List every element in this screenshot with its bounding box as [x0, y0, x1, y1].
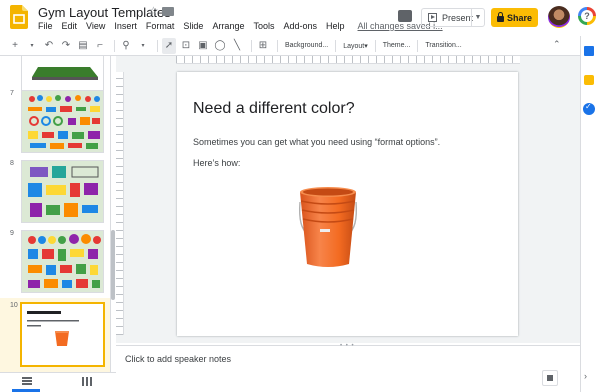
slide-thumbnail-8[interactable] [21, 160, 104, 223]
paint-format-icon[interactable]: ⌐ [93, 38, 107, 54]
menu-format[interactable]: Format [146, 21, 175, 33]
toolbar-divider [157, 39, 158, 52]
present-dropdown-icon[interactable]: ▼ [471, 9, 484, 26]
chevron-right-icon[interactable]: › [584, 371, 587, 381]
slide-number: 10 [10, 302, 18, 309]
new-slide-icon[interactable]: + [8, 38, 22, 54]
slide-number: 8 [10, 160, 14, 167]
undo-icon[interactable]: ↶ [42, 38, 56, 54]
account-avatar[interactable] [548, 6, 570, 28]
horizontal-ruler [176, 56, 520, 64]
folder-icon[interactable] [162, 7, 174, 16]
slide-canvas[interactable]: Need a different color? Sometimes you ca… [177, 72, 518, 336]
slide-body-text[interactable]: Here’s how: [193, 158, 240, 168]
menu-file[interactable]: File [38, 21, 53, 33]
filmstrip-view-icon[interactable] [22, 377, 32, 385]
menu-slide[interactable]: Slide [183, 21, 203, 33]
image-icon[interactable]: ▣ [196, 38, 210, 54]
keep-icon[interactable] [584, 75, 594, 85]
redo-icon[interactable]: ↷ [59, 38, 73, 54]
help-icon[interactable]: ? [578, 7, 596, 25]
slide-body-text[interactable]: Sometimes you can get what you need usin… [193, 137, 440, 147]
theme-button[interactable]: Theme... [383, 42, 411, 49]
slide-thumbnail-7[interactable] [21, 90, 104, 153]
menu-help[interactable]: Help [326, 21, 345, 33]
toolbar-divider [374, 39, 376, 52]
notes-resize-handle[interactable]: • • • [340, 343, 355, 349]
present-button[interactable]: Present ▼ [421, 8, 485, 27]
lock-icon [496, 11, 504, 22]
star-icon[interactable]: ☆ [148, 4, 159, 18]
slides-logo-icon[interactable] [10, 5, 28, 29]
orange-bucket-image[interactable] [294, 184, 362, 268]
toolbar-divider [417, 39, 419, 52]
collapse-toolbar-icon[interactable]: ⌃ [553, 39, 561, 50]
slide-number: 9 [10, 230, 14, 237]
menu-insert[interactable]: Insert [114, 21, 137, 33]
calendar-icon[interactable] [584, 46, 594, 56]
toolbar-divider [277, 39, 278, 52]
speaker-notes-panel[interactable] [116, 345, 580, 392]
present-icon [428, 13, 437, 22]
side-panel [580, 36, 600, 392]
line-icon[interactable]: ╲ [230, 38, 244, 54]
comment-add-icon[interactable]: ⊞ [256, 38, 270, 54]
speaker-notes-placeholder[interactable]: Click to add speaker notes [125, 354, 231, 364]
grid-view-icon[interactable] [82, 377, 92, 386]
vertical-ruler [116, 72, 124, 335]
menu-arrange[interactable]: Arrange [212, 21, 244, 33]
slide-number: 7 [10, 90, 14, 97]
filmstrip-scrollbar[interactable] [111, 230, 115, 300]
menu-edit[interactable]: Edit [62, 21, 78, 33]
explore-icon[interactable] [542, 370, 558, 386]
menu-add-ons[interactable]: Add-ons [283, 21, 317, 33]
new-slide-dropdown-icon[interactable]: ▾ [25, 38, 39, 54]
share-label: Share [506, 12, 532, 23]
toolbar-divider [251, 39, 252, 52]
slide-title[interactable]: Need a different color? [193, 100, 355, 118]
shape-icon[interactable]: ◯ [213, 38, 227, 54]
tasks-icon[interactable] [583, 102, 595, 115]
slide-thumbnail-9[interactable] [21, 230, 104, 293]
help-glyph: ? [581, 10, 593, 22]
print-icon[interactable]: ▤ [76, 38, 90, 54]
zoom-dropdown-icon[interactable]: ▾ [136, 38, 150, 54]
text-box-icon[interactable]: ⊡ [179, 38, 193, 54]
zoom-icon[interactable]: ⚲ [119, 38, 133, 54]
filmstrip[interactable]: 7 8 9 10 [0, 56, 111, 372]
menu-bar: File Edit View Insert Format Slide Arran… [38, 21, 443, 33]
toolbar-divider [114, 39, 115, 52]
present-label: Present [442, 12, 474, 23]
background-button[interactable]: Background... [285, 42, 328, 49]
toolbar-divider [335, 39, 337, 52]
select-cursor-icon[interactable]: ➚ [162, 37, 176, 54]
layout-button[interactable]: Layout▾ [343, 42, 368, 50]
share-button[interactable]: Share [491, 8, 538, 27]
menu-view[interactable]: View [86, 21, 105, 33]
toolbar: + ▾ ↶ ↷ ▤ ⌐ ⚲ ▾ ➚ ⊡ ▣ ◯ ╲ ⊞ Background..… [0, 36, 580, 56]
menu-tools[interactable]: Tools [253, 21, 274, 33]
slides-app: Gym Layout Templates ☆ File Edit View In… [0, 0, 600, 392]
transition-button[interactable]: Transition... [425, 42, 461, 49]
comments-icon[interactable] [398, 10, 412, 22]
slide-thumbnail-10[interactable] [20, 302, 105, 367]
